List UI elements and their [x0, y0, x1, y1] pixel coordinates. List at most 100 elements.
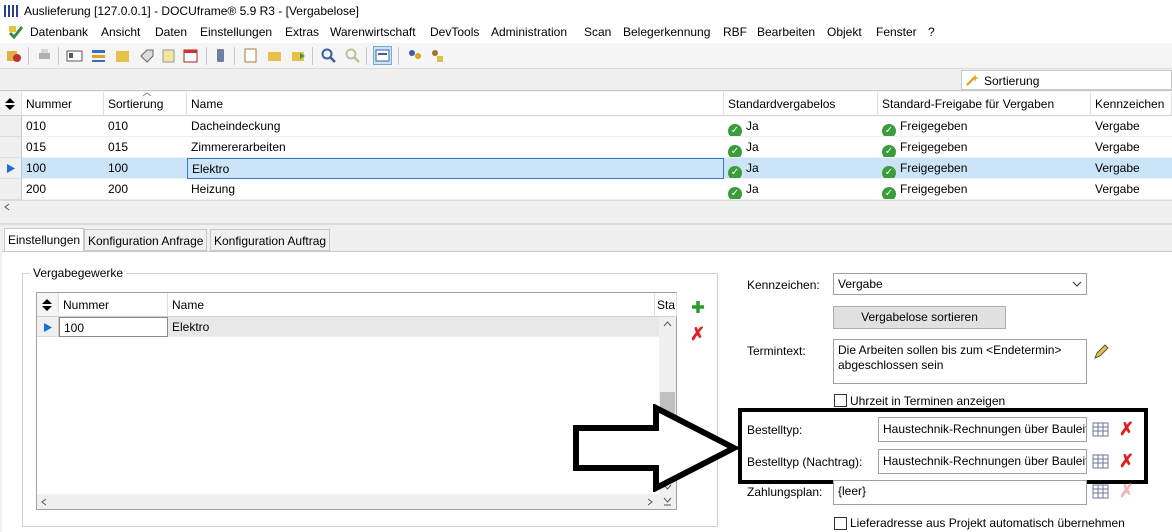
- tag-icon[interactable]: [138, 47, 155, 64]
- row-indicator[interactable]: [0, 158, 22, 179]
- menu-administration[interactable]: Administration: [491, 25, 567, 39]
- cell-nummer[interactable]: 010: [22, 116, 104, 137]
- delete-icon[interactable]: ✗: [690, 325, 705, 343]
- termintext-field[interactable]: Die Arbeiten sollen bis zum <Endetermin>…: [833, 339, 1087, 384]
- menu-daten[interactable]: Daten: [155, 25, 187, 39]
- menu-ansicht[interactable]: Ansicht: [101, 25, 140, 39]
- scroll-right-icon[interactable]: [647, 498, 653, 506]
- cell-name[interactable]: Heizung: [187, 179, 724, 200]
- uhrzeit-checkbox[interactable]: [834, 394, 847, 407]
- scroll-left-icon[interactable]: [41, 498, 47, 506]
- table-picker-icon[interactable]: [1092, 484, 1109, 499]
- menu-einstellungen[interactable]: Einstellungen: [200, 25, 272, 39]
- menu-warenwirtschaft[interactable]: Warenwirtschaft: [330, 25, 416, 39]
- menu-bearbeiten[interactable]: Bearbeiten: [757, 25, 815, 39]
- row-indicator[interactable]: [0, 137, 22, 158]
- cell-kennzeichen[interactable]: Vergabe: [1091, 116, 1172, 137]
- tab-einstellungen[interactable]: Einstellungen: [4, 228, 85, 252]
- document-icon[interactable]: [242, 47, 259, 64]
- subgrid-corner[interactable]: [37, 293, 59, 317]
- scroll-end-icon[interactable]: [663, 497, 672, 506]
- col-sortierung[interactable]: Sortierung: [104, 92, 187, 116]
- cell-nummer[interactable]: 100: [59, 317, 168, 337]
- open-folder-icon[interactable]: [266, 47, 283, 64]
- menu-belegerkennung[interactable]: Belegerkennung: [623, 25, 710, 39]
- subgrid-hscrollbar[interactable]: [37, 494, 659, 509]
- grid-corner[interactable]: [0, 92, 22, 116]
- cell-standardvergabelos[interactable]: ✓ Ja: [724, 137, 878, 158]
- menu-fenster[interactable]: Fenster: [876, 25, 917, 39]
- kennzeichen-select[interactable]: Vergabe: [833, 273, 1087, 295]
- scroll-up-icon[interactable]: [663, 321, 672, 327]
- kennzeichen-select-value: Vergabe: [838, 277, 883, 291]
- print-icon[interactable]: [36, 47, 53, 64]
- menu-extras[interactable]: Extras: [285, 25, 319, 39]
- cell-sortierung[interactable]: 015: [104, 137, 187, 158]
- panel-splitter[interactable]: [0, 223, 1172, 225]
- search-icon[interactable]: [320, 47, 337, 64]
- scroll-left-icon[interactable]: [4, 203, 10, 211]
- tab-konfiguration-auftrag[interactable]: Konfiguration Auftrag: [210, 229, 331, 251]
- cell-standardvergabelos[interactable]: ✓ Ja: [724, 158, 878, 179]
- edit-pencil-icon[interactable]: [1093, 343, 1110, 360]
- cell-standardvergabelos[interactable]: ✓ Ja: [724, 116, 878, 137]
- col-freigabe[interactable]: Standard-Freigabe für Vergaben: [878, 92, 1091, 116]
- user-settings-icon[interactable]: [428, 47, 445, 64]
- col-nummer[interactable]: Nummer: [22, 92, 104, 116]
- card-icon[interactable]: [66, 47, 83, 64]
- note-icon[interactable]: [160, 47, 177, 64]
- menu-help[interactable]: ?: [928, 25, 935, 39]
- cell-freigabe[interactable]: ✓ Freigegeben: [878, 179, 1091, 200]
- col-name[interactable]: Name: [187, 92, 724, 116]
- menu-devtools[interactable]: DevTools: [430, 25, 479, 39]
- menu-objekt[interactable]: Objekt: [827, 25, 862, 39]
- add-icon[interactable]: [691, 300, 705, 314]
- menu-rbf[interactable]: RBF: [723, 25, 747, 39]
- vergabelose-sortieren-button[interactable]: Vergabelose sortieren: [833, 306, 1006, 329]
- cell-name[interactable]: Dacheindeckung: [187, 116, 724, 137]
- list-icon[interactable]: [90, 47, 107, 64]
- db-menu-icon[interactable]: [8, 25, 24, 40]
- move-folder-icon[interactable]: [290, 47, 307, 64]
- folder-icon[interactable]: [114, 47, 131, 64]
- subcol-status[interactable]: Sta: [655, 293, 677, 317]
- cell-standardvergabelos[interactable]: ✓ Ja: [724, 179, 878, 200]
- sort-button[interactable]: Sortierung: [961, 70, 1172, 90]
- cell-nummer[interactable]: 200: [22, 179, 104, 200]
- user-db-icon[interactable]: [5, 47, 22, 64]
- cell-kennzeichen[interactable]: Vergabe: [1091, 179, 1172, 200]
- cell-name[interactable]: Elektro: [187, 158, 724, 179]
- user-group-icon[interactable]: [406, 47, 423, 64]
- cell-name[interactable]: Elektro: [168, 317, 655, 337]
- grid-hscrollbar[interactable]: [0, 200, 1172, 212]
- cell-name[interactable]: Zimmererarbeiten: [187, 137, 724, 158]
- menu-datenbank[interactable]: Datenbank: [30, 25, 88, 39]
- cell-freigabe[interactable]: ✓ Freigegeben: [878, 116, 1091, 137]
- cell-freigabe[interactable]: ✓ Freigegeben: [878, 158, 1091, 179]
- cell-sortierung[interactable]: 100: [104, 158, 187, 179]
- row-indicator[interactable]: [37, 317, 59, 337]
- tab-konfiguration-anfrage[interactable]: Konfiguration Anfrage: [84, 229, 208, 251]
- cell-freigabe[interactable]: ✓ Freigegeben: [878, 137, 1091, 158]
- cell-sortierung[interactable]: 010: [104, 116, 187, 137]
- subcol-nummer[interactable]: Nummer: [59, 293, 168, 317]
- subcol-name[interactable]: Name: [168, 293, 655, 317]
- detail-view-icon[interactable]: [373, 46, 392, 65]
- cell-sortierung[interactable]: 200: [104, 179, 187, 200]
- menu-scan[interactable]: Scan: [584, 25, 611, 39]
- sort-bar: Sortierung: [0, 69, 1172, 91]
- zahlungsplan-field[interactable]: {leer}: [833, 480, 1087, 505]
- calendar-icon[interactable]: [182, 47, 199, 64]
- col-standardvergabelos[interactable]: Standardvergabelos: [724, 92, 878, 116]
- current-row-icon: [7, 164, 15, 173]
- cell-kennzeichen[interactable]: Vergabe: [1091, 158, 1172, 179]
- cell-kennzeichen[interactable]: Vergabe: [1091, 137, 1172, 158]
- cell-nummer[interactable]: 100: [22, 158, 104, 179]
- lieferadresse-checkbox[interactable]: [834, 517, 847, 530]
- row-indicator[interactable]: [0, 116, 22, 137]
- phone-icon[interactable]: [212, 47, 229, 64]
- col-kennzeichen[interactable]: Kennzeichen: [1091, 92, 1172, 116]
- row-indicator[interactable]: [0, 179, 22, 200]
- search-filter-icon[interactable]: [344, 47, 361, 64]
- cell-nummer[interactable]: 015: [22, 137, 104, 158]
